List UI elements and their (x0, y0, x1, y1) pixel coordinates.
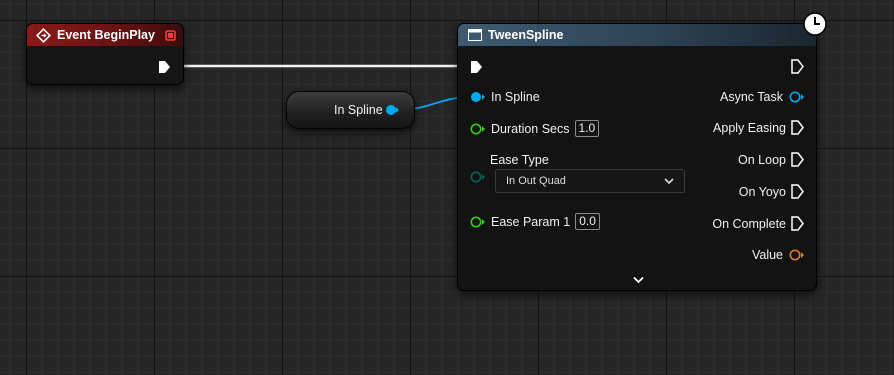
ease-param-pin[interactable] (470, 216, 485, 228)
on-complete-label: On Complete (712, 216, 786, 231)
ease-type-label-row: Ease Type (490, 153, 549, 167)
on-loop-exec-pin[interactable] (791, 152, 804, 167)
tween-node-title: TweenSpline (488, 28, 564, 42)
chevron-down-icon (664, 177, 674, 185)
exec-out-pin[interactable] (158, 60, 171, 74)
on-complete-output-row[interactable]: On Complete (712, 216, 804, 231)
duration-value-field[interactable]: 1.0 (574, 120, 600, 137)
ease-param-input-row[interactable]: Ease Param 1 0.0 (470, 213, 600, 230)
duration-pin[interactable] (470, 123, 485, 135)
on-loop-output-row[interactable]: On Loop (738, 152, 804, 167)
duration-input-row[interactable]: Duration Secs 1.0 (470, 120, 600, 137)
async-task-label: Async Task (720, 90, 783, 104)
in-spline-input-row[interactable]: In Spline (470, 90, 540, 104)
ease-param-label: Ease Param 1 (491, 214, 571, 229)
in-spline-label: In Spline (491, 90, 540, 104)
on-yoyo-output-row[interactable]: On Yoyo (739, 184, 804, 199)
event-node-title: Event BeginPlay (57, 28, 155, 42)
ease-param-value-field[interactable]: 0.0 (575, 213, 600, 230)
duration-label: Duration Secs (491, 121, 570, 136)
on-yoyo-exec-pin[interactable] (791, 184, 804, 199)
exec-in-pin[interactable] (470, 60, 483, 74)
on-yoyo-label: On Yoyo (738, 184, 786, 199)
event-beginplay-node[interactable]: Event BeginPlay (26, 23, 184, 85)
on-loop-label: On Loop (738, 152, 786, 167)
ease-type-dropdown[interactable]: In Out Quad (495, 169, 685, 193)
in-spline-pin[interactable] (470, 91, 485, 103)
ease-type-selected: In Out Quad (506, 175, 566, 187)
variable-out-pin[interactable] (385, 104, 399, 116)
async-task-output-row[interactable]: Async Task (720, 90, 804, 104)
async-task-pin[interactable] (789, 91, 804, 103)
tween-node-header[interactable]: TweenSpline (458, 24, 816, 46)
expand-advanced-chevron-icon[interactable] (633, 276, 644, 284)
function-icon (468, 29, 482, 41)
tween-spline-node[interactable]: TweenSpline In Spline Duration Secs 1.0 … (457, 12, 827, 291)
exec-out-then-pin[interactable] (791, 59, 804, 74)
variable-label: In Spline (334, 103, 383, 117)
event-node-header[interactable]: Event BeginPlay (27, 24, 183, 46)
apply-easing-label: Apply Easing (713, 120, 786, 135)
value-pin[interactable] (789, 249, 804, 261)
delegate-pin-icon[interactable] (165, 29, 176, 41)
ease-type-label: Ease Type (490, 153, 549, 167)
apply-easing-exec-pin[interactable] (791, 120, 804, 135)
ease-type-pin[interactable] (470, 171, 485, 183)
event-icon (36, 27, 51, 43)
value-label: Value (751, 248, 783, 262)
apply-easing-output-row[interactable]: Apply Easing (713, 120, 804, 135)
in-spline-variable-node[interactable]: In Spline (286, 91, 415, 129)
latent-clock-icon (803, 12, 827, 41)
on-complete-exec-pin[interactable] (791, 216, 804, 231)
value-output-row[interactable]: Value (752, 248, 804, 262)
